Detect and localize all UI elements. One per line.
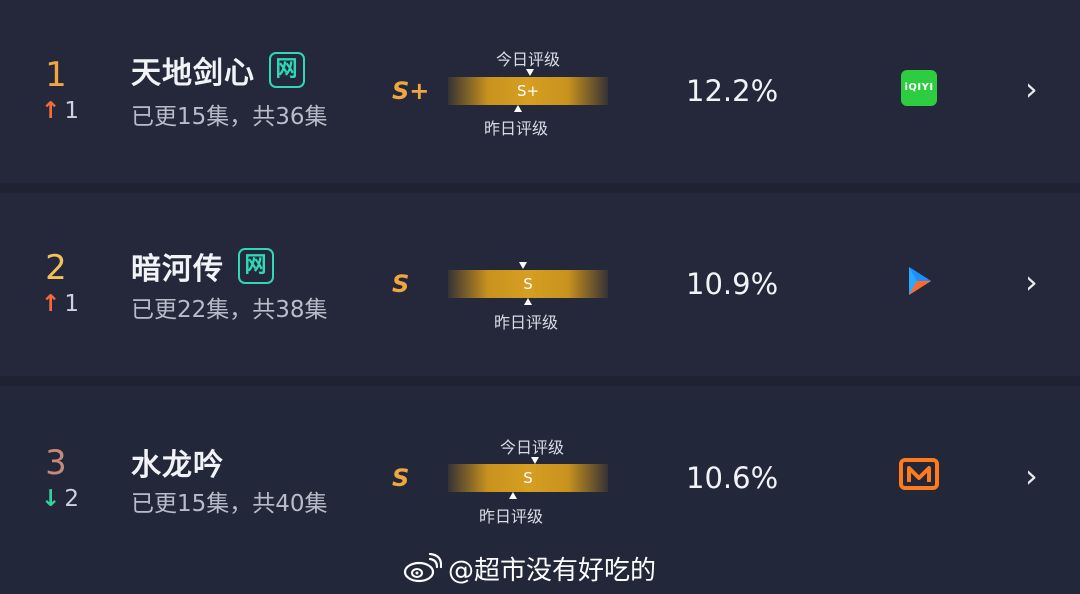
chevron-right-icon[interactable]: › (1025, 457, 1038, 495)
market-share: 10.6% (686, 461, 779, 495)
market-share: 10.9% (686, 267, 779, 301)
yesterday-marker-icon (514, 105, 522, 112)
grade-bar: S+ (448, 77, 608, 105)
web-series-badge: 网 (238, 248, 274, 284)
arrow-up-icon: ↑ (41, 291, 61, 317)
yesterday-grade-label: 昨日评级 (484, 119, 549, 138)
grade-label: S+ (392, 77, 430, 105)
grade-label: S (392, 464, 410, 492)
chevron-right-icon[interactable]: › (1025, 263, 1038, 301)
rank-number: 2 (45, 248, 67, 288)
yesterday-marker-icon (509, 492, 517, 499)
grade-bar: S (448, 270, 608, 298)
today-marker-icon (526, 69, 534, 76)
today-marker-icon (531, 457, 539, 464)
chevron-right-icon[interactable]: › (1025, 70, 1038, 108)
rank-number: 1 (45, 55, 67, 95)
yesterday-marker-icon (524, 298, 532, 305)
drama-title[interactable]: 天地剑心 网 (131, 48, 305, 92)
arrow-down-icon: ↓ (41, 486, 61, 512)
web-series-badge: 网 (269, 52, 305, 88)
drama-title[interactable]: 水龙吟 (131, 440, 224, 484)
grade-label: S (392, 270, 410, 298)
rank-change: ↑ 1 (41, 98, 79, 124)
episode-status: 已更15集，共40集 (131, 491, 328, 517)
yesterday-grade-label: 昨日评级 (494, 313, 559, 332)
drama-row-1[interactable]: 1 ↑ 1 天地剑心 网 已更15集，共36集 S+ 今日评级 S+ 昨日评级 1… (0, 0, 1080, 183)
today-marker-icon (519, 262, 527, 269)
rank-change: ↑ 1 (41, 291, 79, 317)
youku-logo-icon[interactable] (901, 263, 937, 299)
episode-status: 已更15集，共36集 (131, 104, 328, 130)
market-share: 12.2% (686, 74, 779, 108)
today-grade-label: 今日评级 (500, 438, 565, 457)
yesterday-grade-label: 昨日评级 (479, 507, 544, 526)
rank-number: 3 (45, 443, 67, 483)
weibo-icon (403, 553, 442, 583)
mgtv-logo-icon[interactable] (899, 456, 939, 492)
iqiyi-logo-icon[interactable]: iQIYI (901, 70, 937, 106)
watermark-text: @超市没有好吃的 (448, 555, 657, 586)
drama-row-2[interactable]: 2 ↑ 1 暗河传 网 已更22集，共38集 S S 昨日评级 10.9% › (0, 193, 1080, 376)
rank-change: ↓ 2 (41, 486, 79, 512)
arrow-up-icon: ↑ (41, 98, 61, 124)
weibo-watermark: @超市没有好吃的 (402, 550, 656, 586)
drama-title[interactable]: 暗河传 网 (131, 244, 274, 288)
today-grade-label: 今日评级 (496, 50, 561, 69)
episode-status: 已更22集，共38集 (131, 297, 328, 323)
grade-bar: S (448, 464, 608, 492)
